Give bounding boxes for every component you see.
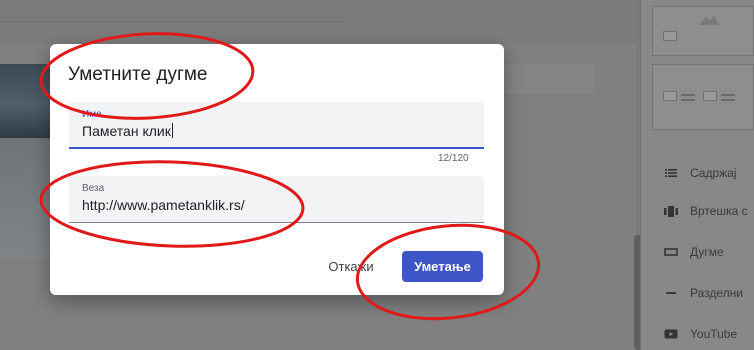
panel-item-label: Вртешка с xyxy=(690,204,748,218)
panel-item-carousel[interactable]: Вртешка с xyxy=(690,199,748,223)
panel-item-button[interactable]: Дугме xyxy=(690,240,724,264)
list-icon xyxy=(664,166,678,180)
panel-item-divider[interactable]: Разделни xyxy=(690,281,743,305)
layout-option-1[interactable] xyxy=(652,6,754,56)
layout-option-2[interactable] xyxy=(652,64,754,130)
text-cursor xyxy=(171,123,173,138)
button-icon xyxy=(664,245,678,259)
image-placeholder-icon xyxy=(663,91,677,101)
panel-item-youtube[interactable]: YouTube xyxy=(690,322,737,346)
panel-item-label: YouTube xyxy=(690,327,738,341)
character-counter: 12/120 xyxy=(438,153,469,164)
editor-top-strip xyxy=(0,0,345,22)
panel-item-label: Садржај xyxy=(690,166,737,180)
youtube-icon xyxy=(664,327,678,341)
text-line xyxy=(681,99,695,101)
image-placeholder-icon xyxy=(703,91,717,101)
cancel-button[interactable]: Откажи xyxy=(322,252,380,280)
panel-item-label: Разделни xyxy=(690,286,743,300)
insert-button[interactable]: Уметање xyxy=(402,251,483,282)
panel-item-label: Дугме xyxy=(690,245,724,259)
text-line xyxy=(681,94,695,96)
name-input[interactable]: Паметан клик xyxy=(82,123,173,139)
editor-card xyxy=(500,64,595,94)
image-placeholder-icon xyxy=(699,15,719,25)
divider-icon xyxy=(664,286,678,300)
panel-item-contents[interactable]: Садржај xyxy=(690,161,737,185)
link-field-label: Веза xyxy=(82,183,105,194)
name-input-value: Паметан клик xyxy=(82,123,171,139)
text-line xyxy=(721,94,735,96)
link-input[interactable]: http://www.pametanklik.rs/ xyxy=(82,197,245,213)
text-line xyxy=(721,99,735,101)
image-placeholder-icon xyxy=(663,31,677,41)
name-field-label: Име xyxy=(82,109,102,120)
carousel-icon xyxy=(664,204,678,218)
dialog-title: Уметните дугме xyxy=(68,64,208,85)
